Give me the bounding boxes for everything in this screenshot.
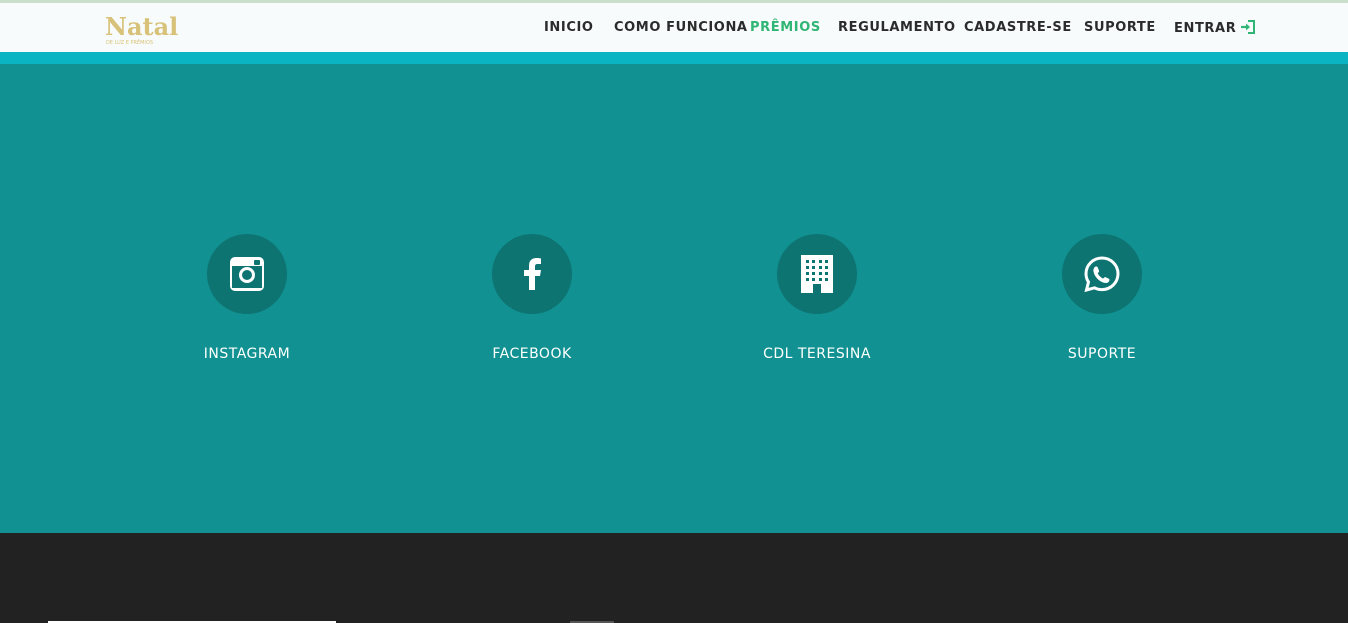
social-icon-circle: [777, 234, 857, 314]
social-cdl-teresina[interactable]: CDL TERESINA: [717, 234, 917, 374]
nav-cadastre-se[interactable]: CADASTRE-SE: [964, 20, 1072, 36]
main-nav: INICIO COMO FUNCIONA PRÊMIOS REGULAMENTO…: [530, 3, 1260, 52]
social-instagram[interactable]: INSTAGRAM: [147, 234, 347, 374]
nav-como-funciona[interactable]: COMO FUNCIONA: [614, 20, 748, 36]
logo-title: Natal: [105, 12, 179, 41]
nav-inicio[interactable]: INICIO: [544, 20, 594, 36]
nav-label: SUPORTE: [1084, 20, 1156, 35]
social-links-section: INSTAGRAM FACEBOOK CDL TERESINA SUPORTE: [0, 64, 1348, 533]
sign-in-icon: [1240, 20, 1256, 39]
logo-subtitle: DE LUZ E PRÊMIOS: [106, 40, 154, 46]
social-icon-circle: [1062, 234, 1142, 314]
social-label: SUPORTE: [1067, 346, 1137, 362]
nav-label: CADASTRE-SE: [964, 20, 1072, 35]
social-label: INSTAGRAM: [203, 346, 291, 362]
nav-suporte[interactable]: SUPORTE: [1084, 20, 1156, 36]
nav-label: ENTRAR: [1174, 21, 1237, 36]
nav-label: PRÊMIOS: [750, 20, 821, 35]
nav-entrar[interactable]: ENTRAR: [1174, 20, 1256, 39]
header-accent-strip: [0, 52, 1348, 64]
navbar: Natal DE LUZ E PRÊMIOS INICIO COMO FUNCI…: [0, 3, 1348, 52]
social-facebook[interactable]: FACEBOOK: [432, 234, 632, 374]
social-label: CDL TERESINA: [763, 346, 871, 362]
social-icon-circle: [492, 234, 572, 314]
site-logo[interactable]: Natal DE LUZ E PRÊMIOS: [105, 13, 178, 53]
nav-label: COMO FUNCIONA: [614, 20, 748, 35]
social-suporte[interactable]: SUPORTE: [1002, 234, 1202, 374]
nav-premios[interactable]: PRÊMIOS: [750, 20, 821, 36]
nav-label: REGULAMENTO: [838, 20, 956, 35]
social-label: FACEBOOK: [492, 346, 572, 362]
nav-regulamento[interactable]: REGULAMENTO: [838, 20, 956, 36]
nav-label: INICIO: [544, 20, 594, 35]
footer: [0, 533, 1348, 623]
social-icon-circle: [207, 234, 287, 314]
